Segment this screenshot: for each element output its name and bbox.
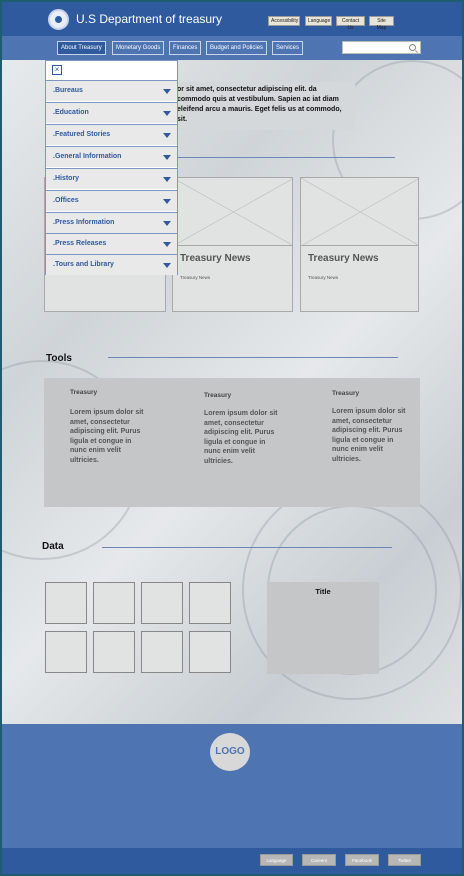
main-nav: About Treasury Monetary Goods Finances B…	[2, 36, 462, 60]
search-input[interactable]	[342, 41, 421, 54]
dropdown-item-press-releases[interactable]: .Press Releases	[46, 233, 177, 254]
dropdown-item-label: .History	[53, 175, 80, 182]
news-card-3[interactable]: Treasury News Treasury News	[300, 177, 419, 312]
chevron-down-icon[interactable]	[163, 199, 171, 204]
dropdown-item-label: .Press Releases	[53, 240, 107, 247]
dropdown-item-label: .Featured Stories	[53, 131, 111, 138]
language-link[interactable]: Language	[305, 16, 332, 26]
accessibility-link[interactable]: Accessibility	[268, 16, 300, 26]
chevron-down-icon[interactable]	[163, 221, 171, 226]
data-tile[interactable]	[93, 582, 135, 624]
hero-box: or sit amet, consectetur adipiscing elit…	[172, 82, 355, 130]
nav-monetary-goods[interactable]: Monetary Goods	[112, 41, 165, 55]
search-icon[interactable]	[409, 44, 416, 51]
card-title[interactable]: Treasury News	[308, 253, 379, 264]
footer-logo[interactable]: LOGO	[210, 733, 250, 771]
card-subtitle: Treasury News	[180, 275, 211, 280]
nav-budget-and-policies[interactable]: Budget and Policies	[206, 41, 268, 55]
section-divider	[102, 547, 392, 548]
nav-services[interactable]: Services	[272, 41, 304, 55]
tool-text: Lorem ipsum dolor sit amet, consectetur …	[70, 409, 144, 464]
tools-panel: Treasury Lorem ipsum dolor sit amet, con…	[44, 378, 420, 507]
nav-about-treasury[interactable]: About Treasury	[57, 41, 106, 55]
dropdown-item-education[interactable]: .Education	[46, 102, 177, 123]
dropdown-item-label: .General Information	[53, 153, 122, 160]
dropdown-item-bureaus[interactable]: .Bureaus	[46, 80, 177, 101]
dropdown-item-label: .Education	[53, 109, 89, 116]
dropdown-item-press-information[interactable]: .Press Information	[46, 212, 177, 233]
tool-text: Lorem ipsum dolor sit amet, consectetur …	[204, 410, 278, 465]
data-tile[interactable]	[45, 582, 87, 624]
tool-title[interactable]: Treasury	[332, 390, 408, 397]
site-title[interactable]: U.S Department of treasury	[76, 12, 222, 26]
dropdown-item-label: .Offices	[53, 197, 79, 204]
footer-careers-link[interactable]: Careers	[302, 854, 336, 866]
tool-title[interactable]: Treasury	[70, 389, 146, 396]
tools-heading: Tools	[46, 353, 72, 364]
chevron-down-icon[interactable]	[163, 242, 171, 247]
close-icon[interactable]: ×	[52, 65, 62, 75]
tool-column[interactable]: Treasury Lorem ipsum dolor sit amet, con…	[332, 390, 408, 464]
data-tile[interactable]	[93, 631, 135, 673]
dropdown-item-tours-and-library[interactable]: .Tours and Library	[46, 254, 177, 275]
card-image-placeholder	[301, 178, 418, 246]
page-frame: U.S Department of treasury Accessibility…	[2, 2, 462, 874]
card-image-placeholder	[173, 178, 292, 246]
dropdown-item-offices[interactable]: .Offices	[46, 190, 177, 211]
nav-finances[interactable]: Finances	[169, 41, 202, 55]
contact-us-link[interactable]: Contact Us	[336, 16, 365, 31]
tool-title[interactable]: Treasury	[204, 392, 280, 399]
data-panel-title: Title	[315, 587, 331, 596]
card-title[interactable]: Treasury News	[180, 253, 251, 264]
tool-column[interactable]: Treasury Lorem ipsum dolor sit amet, con…	[204, 392, 280, 466]
data-heading: Data	[42, 541, 64, 552]
data-panel: Title	[267, 582, 379, 674]
data-tile[interactable]	[141, 631, 183, 673]
hero-text: or sit amet, consectetur adipiscing elit…	[177, 86, 342, 123]
chevron-down-icon[interactable]	[163, 89, 171, 94]
about-treasury-dropdown: × .Bureaus .Education .Featured Stories …	[45, 60, 178, 275]
tool-column[interactable]: Treasury Lorem ipsum dolor sit amet, con…	[70, 389, 146, 465]
chevron-down-icon[interactable]	[163, 177, 171, 182]
data-tile[interactable]	[189, 631, 231, 673]
section-divider	[152, 157, 395, 158]
card-subtitle: Treasury News	[308, 275, 339, 280]
site-header: U.S Department of treasury Accessibility…	[2, 2, 462, 36]
section-divider	[108, 357, 398, 358]
dropdown-item-label: .Bureaus	[53, 87, 83, 94]
dropdown-item-history[interactable]: .History	[46, 168, 177, 189]
footer-language-link[interactable]: Language	[260, 854, 293, 866]
treasury-seal-icon[interactable]	[48, 9, 69, 30]
dropdown-item-general-information[interactable]: .General Information	[46, 146, 177, 167]
tool-text: Lorem ipsum dolor sit amet, consectetur …	[332, 408, 406, 463]
dropdown-item-label: .Press Information	[53, 219, 115, 226]
news-card-2[interactable]: Treasury News Treasury News	[172, 177, 293, 312]
chevron-down-icon[interactable]	[163, 133, 171, 138]
dropdown-item-featured-stories[interactable]: .Featured Stories	[46, 124, 177, 145]
footer-twitter-link[interactable]: Twitter	[388, 854, 421, 866]
dropdown-item-label: .Tours and Library	[53, 261, 114, 268]
chevron-down-icon[interactable]	[163, 155, 171, 160]
data-tile[interactable]	[141, 582, 183, 624]
data-tile[interactable]	[189, 582, 231, 624]
chevron-down-icon[interactable]	[163, 263, 171, 268]
footer-facebook-link[interactable]: Facebook	[345, 854, 379, 866]
site-map-link[interactable]: Site Map	[369, 16, 394, 31]
chevron-down-icon[interactable]	[163, 111, 171, 116]
data-tile[interactable]	[45, 631, 87, 673]
